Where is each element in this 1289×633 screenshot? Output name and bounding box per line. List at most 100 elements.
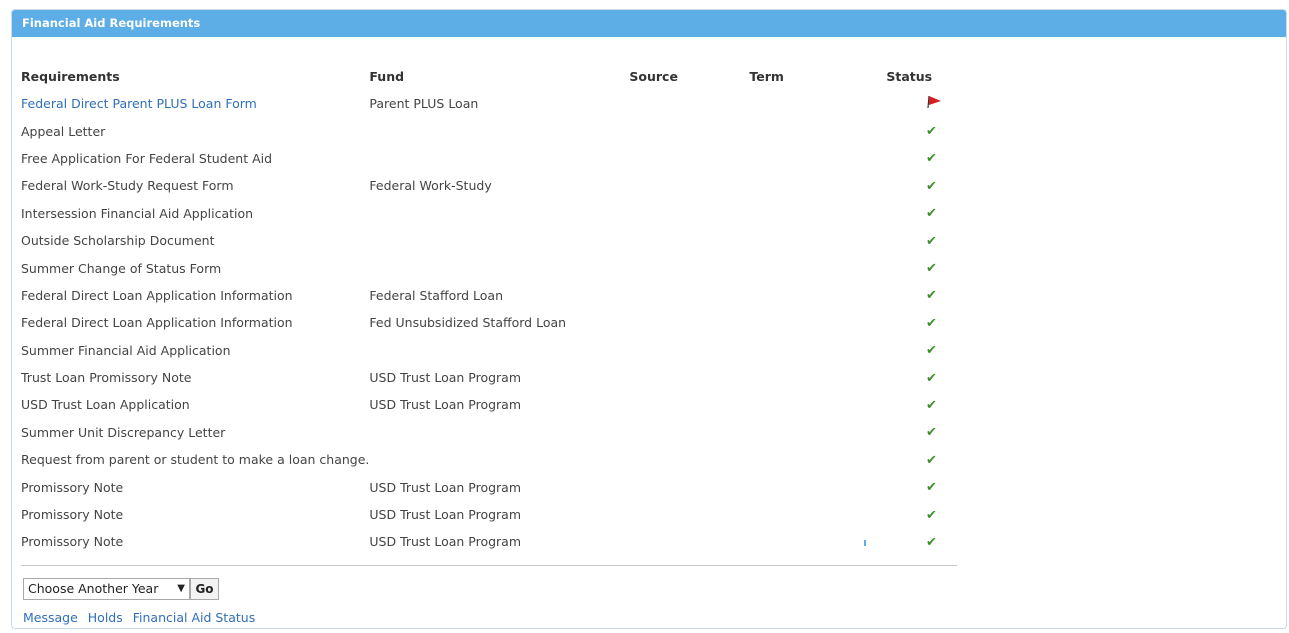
requirement-label: Federal Direct Loan Application Informat…	[21, 315, 293, 331]
footer-links: Message Holds Financial Aid Status	[23, 610, 261, 625]
check-icon: ✔	[925, 233, 937, 249]
source-cell	[629, 254, 749, 281]
requirement-cell: Federal Direct Loan Application Informat…	[21, 282, 369, 309]
status-cell: ✔	[886, 227, 976, 254]
requirement-label: USD Trust Loan Application	[21, 397, 190, 413]
table-row: Intersession Financial Aid Application ✔	[21, 200, 976, 227]
requirement-cell: USD Trust Loan Application	[21, 391, 369, 418]
term-cell	[749, 419, 886, 446]
requirement-cell: Summer Change of Status Form	[21, 254, 369, 281]
term-cell	[749, 90, 886, 117]
column-header-fund: Fund	[369, 69, 405, 84]
requirement-label: Request from parent or student to make a…	[21, 452, 370, 468]
status-cell: ✔	[886, 200, 976, 227]
requirement-label: Summer Change of Status Form	[21, 260, 222, 276]
source-cell	[629, 145, 749, 172]
status-cell: ✔	[886, 337, 976, 364]
requirement-cell: Free Application For Federal Student Aid	[21, 145, 369, 172]
table-row: Promissory Note USD Trust Loan Program ✔	[21, 528, 976, 555]
status-cell: ✔	[886, 528, 976, 555]
term-cell	[749, 528, 886, 555]
table-row: Federal Direct Loan Application Informat…	[21, 309, 976, 336]
requirement-cell: Outside Scholarship Document	[21, 227, 369, 254]
check-icon: ✔	[925, 397, 937, 413]
term-cell	[749, 117, 886, 144]
check-icon: ✔	[925, 261, 937, 277]
term-cell	[749, 391, 886, 418]
source-cell	[629, 337, 749, 364]
source-cell	[629, 200, 749, 227]
status-cell: ✔	[886, 391, 976, 418]
check-icon: ✔	[925, 315, 937, 331]
requirement-label: Intersession Financial Aid Application	[21, 205, 254, 221]
requirement-label: Summer Financial Aid Application	[21, 342, 231, 358]
marker-dot	[864, 539, 867, 546]
table-row: Summer Financial Aid Application ✔	[21, 337, 976, 364]
table-row: Request from parent or student to make a…	[21, 446, 976, 473]
requirement-label: Promissory Note	[21, 479, 124, 495]
term-cell	[749, 282, 886, 309]
fund-cell: USD Trust Loan Program	[369, 534, 522, 550]
go-button[interactable]: Go	[190, 578, 219, 600]
fund-cell: Parent PLUS Loan	[369, 96, 479, 112]
flag-icon	[927, 96, 942, 109]
table-row: Federal Direct Loan Application Informat…	[21, 282, 976, 309]
table-row: Appeal Letter ✔	[21, 117, 976, 144]
fund-cell: Federal Stafford Loan	[369, 287, 504, 303]
requirement-cell: Summer Financial Aid Application	[21, 337, 369, 364]
requirement-cell: Trust Loan Promissory Note	[21, 364, 369, 391]
fund-cell: USD Trust Loan Program	[369, 507, 522, 523]
requirement-label: Outside Scholarship Document	[21, 233, 215, 249]
check-icon: ✔	[925, 425, 937, 441]
status-cell: ✔	[886, 473, 976, 500]
table-row: Federal Work-Study Request Form Federal W…	[21, 172, 976, 199]
term-cell	[749, 364, 886, 391]
table-header-row: Requirements Fund Source Term Status	[21, 63, 976, 90]
check-icon: ✔	[925, 288, 937, 304]
source-cell	[629, 501, 749, 528]
dropdown-arrow-icon: ▼	[177, 583, 185, 594]
requirement-cell: Federal Direct Parent PLUS Loan Form	[21, 90, 369, 117]
status-cell: ✔	[886, 254, 976, 281]
fund-cell	[369, 200, 629, 227]
source-cell	[629, 172, 749, 199]
requirement-cell: Intersession Financial Aid Application	[21, 200, 369, 227]
table-row: Promissory Note USD Trust Loan Program ✔	[21, 501, 976, 528]
requirement-link[interactable]: Federal Direct Parent PLUS Loan Form	[21, 96, 257, 111]
status-cell: ✔	[886, 501, 976, 528]
source-cell	[629, 117, 749, 144]
check-icon: ✔	[925, 178, 937, 194]
source-cell	[629, 419, 749, 446]
requirement-label: Free Application For Federal Student Aid	[21, 150, 273, 166]
divider	[21, 565, 957, 566]
table-row: Federal Direct Parent PLUS Loan Form Pare…	[21, 90, 976, 117]
requirement-cell: Appeal Letter	[21, 117, 369, 144]
table-row: USD Trust Loan Application USD Trust Loan…	[21, 391, 976, 418]
requirements-table: Requirements Fund Source Term Status Fed…	[21, 63, 976, 556]
table-row: Outside Scholarship Document ✔	[21, 227, 976, 254]
source-cell	[629, 528, 749, 555]
source-cell	[629, 282, 749, 309]
financial-aid-status-link[interactable]: Financial Aid Status	[133, 610, 255, 625]
year-select[interactable]: Choose Another Year ▼	[23, 578, 190, 600]
requirement-label: Federal Direct Loan Application Informat…	[21, 287, 293, 303]
requirement-label: Trust Loan Promissory Note	[21, 370, 192, 386]
requirement-label: Promissory Note	[21, 507, 124, 523]
source-cell	[629, 446, 749, 473]
check-icon: ✔	[925, 480, 937, 496]
fund-cell: Fed Unsubsidized Stafford Loan	[369, 315, 567, 331]
table-row: Summer Unit Discrepancy Letter ✔	[21, 419, 976, 446]
source-cell	[629, 364, 749, 391]
check-icon: ✔	[925, 534, 937, 550]
table-row: Promissory Note USD Trust Loan Program ✔	[21, 473, 976, 500]
status-cell	[886, 90, 976, 117]
check-icon: ✔	[925, 124, 937, 140]
term-cell	[749, 172, 886, 199]
message-link[interactable]: Message	[23, 610, 78, 625]
holds-link[interactable]: Holds	[88, 610, 123, 625]
column-header-status: Status	[886, 69, 933, 84]
status-cell: ✔	[886, 172, 976, 199]
financial-aid-requirements-panel: Financial Aid Requirements Requirements …	[11, 9, 1287, 629]
requirement-cell: Promissory Note	[21, 473, 369, 500]
fund-cell: USD Trust Loan Program	[369, 370, 522, 386]
